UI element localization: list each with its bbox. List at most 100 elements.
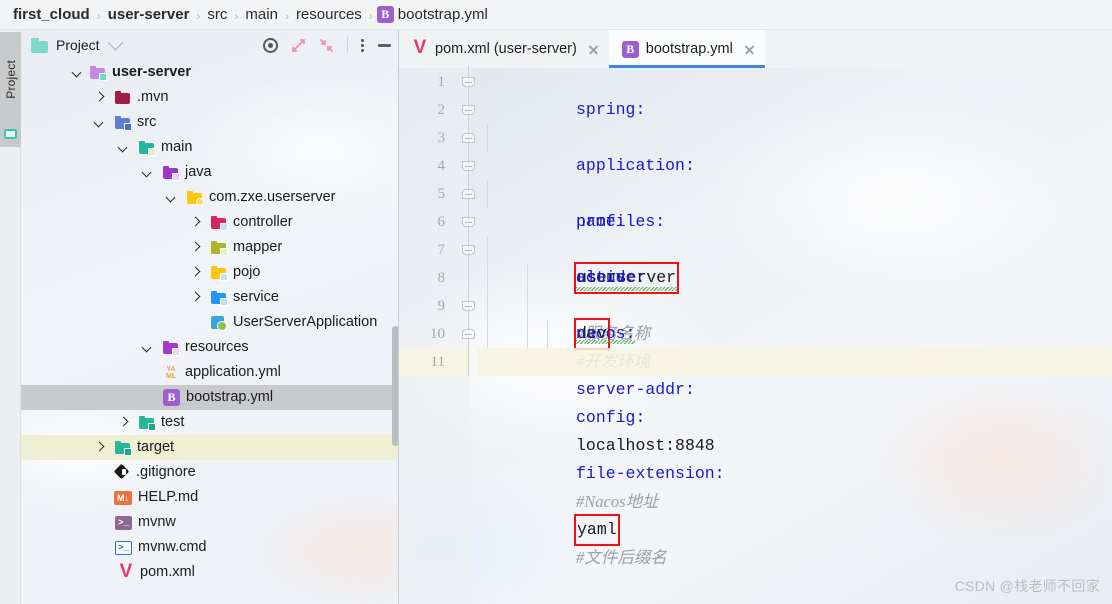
code-line-3[interactable]: name: userserver #服务名称	[477, 124, 1112, 343]
breadcrumb-item-3[interactable]: main	[242, 6, 281, 23]
code-line-1[interactable]: spring:	[477, 68, 1112, 119]
code-line-7[interactable]: nacos:	[477, 236, 1112, 344]
tool-tab-project[interactable]: Project	[0, 32, 21, 147]
code-surface[interactable]: 1 2 3 4 5 6 7 8 9 10 11 spring: applicat…	[399, 66, 1112, 604]
close-icon[interactable]	[587, 43, 600, 56]
tool-tab-project-label: Project	[3, 60, 18, 99]
monitor-icon	[4, 129, 17, 139]
gutter-row: 4	[399, 150, 475, 180]
tree-node-controller[interactable]: controller	[21, 210, 398, 235]
tree-node-mapper[interactable]: mapper	[21, 235, 398, 260]
fold-marker-down-icon[interactable]	[461, 150, 476, 180]
folder-olive-icon	[211, 240, 228, 256]
line-number: 6	[437, 214, 446, 230]
tree-node-bootstrap-yml[interactable]: B bootstrap.yml	[21, 385, 398, 410]
twisty-right-icon[interactable]	[189, 266, 202, 279]
tree-node-gitignore[interactable]: .gitignore	[21, 460, 398, 485]
project-tree[interactable]: user-server .mvn src main java com.zxe.u…	[21, 60, 398, 604]
breadcrumb-separator: ›	[196, 8, 201, 23]
code-line-8[interactable]: server-addr: localhost:8848 #Nacos地址	[477, 264, 1112, 511]
folder-blue-icon	[211, 290, 228, 306]
fold-marker-down-icon[interactable]	[461, 206, 476, 236]
code-line-4[interactable]: profiles:	[477, 152, 1112, 231]
twisty-right-icon[interactable]	[189, 291, 202, 304]
tree-node-label: service	[233, 289, 279, 305]
twisty-right-icon[interactable]	[189, 241, 202, 254]
close-icon[interactable]	[743, 43, 756, 56]
tree-node-src[interactable]: src	[21, 110, 398, 135]
target-icon[interactable]	[263, 37, 278, 53]
twisty-right-icon[interactable]	[93, 91, 106, 104]
twisty-down-icon[interactable]	[141, 166, 154, 179]
project-title-group[interactable]: Project	[31, 37, 100, 53]
tree-node-userserverapplication[interactable]: UserServerApplication	[21, 310, 398, 335]
tree-node-label: pojo	[233, 264, 261, 280]
breadcrumb-item-0[interactable]: first_cloud	[10, 6, 93, 23]
code-line-2[interactable]: application:	[477, 96, 1112, 175]
tree-node-label: bootstrap.yml	[186, 389, 274, 405]
tree-node-label: src	[137, 114, 157, 130]
twisty-right-icon[interactable]	[93, 441, 106, 454]
chevron-down-icon[interactable]	[107, 34, 123, 50]
twisty-down-icon[interactable]	[117, 141, 130, 154]
yaml-value: yaml	[577, 520, 617, 539]
code-text[interactable]: spring: application: name: userserver #服…	[477, 68, 1112, 604]
gutter-row: 8	[399, 262, 471, 292]
twisty-down-icon[interactable]	[93, 116, 106, 129]
fold-marker-down-icon[interactable]	[461, 94, 476, 124]
fold-marker-up-icon[interactable]	[461, 122, 476, 152]
breadcrumb-item-5[interactable]: B bootstrap.yml	[376, 6, 488, 23]
code-line-11[interactable]	[477, 348, 1112, 376]
yaml-key: config:	[576, 408, 646, 427]
editor-gutter[interactable]: 1 2 3 4 5 6 7 8 9 10 11	[399, 66, 475, 604]
line-number: 2	[437, 102, 446, 118]
twisty-right-icon[interactable]	[117, 416, 130, 429]
tree-node-pom-xml[interactable]: V pom.xml	[21, 560, 398, 585]
tree-node-mvnw[interactable]: >_ mvnw	[21, 510, 398, 535]
editor-tab-bootstrap-yml[interactable]: B bootstrap.yml	[608, 30, 765, 68]
collapse-all-icon[interactable]	[319, 38, 334, 53]
tree-node-mvn[interactable]: .mvn	[21, 85, 398, 110]
code-line-5[interactable]: active: dev #开发环境	[477, 180, 1112, 371]
twisty-down-icon[interactable]	[71, 66, 84, 79]
breadcrumb-item-2[interactable]: src	[204, 6, 230, 23]
tree-node-resources[interactable]: resources	[21, 335, 398, 360]
breadcrumb-item-1[interactable]: user-server	[105, 6, 193, 23]
tree-node-pojo[interactable]: pojo	[21, 260, 398, 285]
tree-node-target[interactable]: target	[21, 435, 398, 460]
tree-node-label: .gitignore	[136, 464, 196, 480]
tree-node-label: java	[185, 164, 212, 180]
code-line-9[interactable]: config:	[477, 292, 1112, 427]
tree-node-service[interactable]: service	[21, 285, 398, 310]
more-vertical-icon[interactable]	[361, 38, 365, 53]
code-line-10[interactable]: file-extension: yaml #文件后缀名	[477, 320, 1112, 567]
gutter-row: 3	[399, 122, 475, 152]
tree-node-main[interactable]: main	[21, 135, 398, 160]
breadcrumb: first_cloud › user-server › src › main ›…	[0, 0, 1112, 30]
twisty-down-icon[interactable]	[141, 341, 154, 354]
yaml-key: file-extension:	[576, 464, 725, 483]
tree-node-java[interactable]: java	[21, 160, 398, 185]
code-line-6[interactable]: cloud:	[477, 208, 1112, 287]
tree-node-package[interactable]: com.zxe.userserver	[21, 185, 398, 210]
line-number: 5	[437, 186, 446, 202]
twisty-down-icon[interactable]	[165, 191, 178, 204]
minimize-icon[interactable]	[378, 43, 391, 47]
editor-tab-pom-xml[interactable]: V pom.xml (user-server)	[399, 30, 609, 68]
twisty-right-icon[interactable]	[189, 216, 202, 229]
tree-node-application-yml[interactable]: YA ML application.yml	[21, 360, 398, 385]
tree-node-user-server[interactable]: user-server	[21, 60, 398, 85]
breadcrumb-item-4[interactable]: resources	[293, 6, 365, 23]
tree-node-help-md[interactable]: M↓ HELP.md	[21, 485, 398, 510]
expand-all-icon[interactable]	[291, 38, 306, 53]
fold-marker-down-icon[interactable]	[461, 234, 476, 264]
tree-node-mvnw-cmd[interactable]: >_ mvnw.cmd	[21, 535, 398, 560]
tree-node-label: controller	[233, 214, 293, 230]
fold-marker-up-icon[interactable]	[461, 178, 476, 208]
fold-marker-down-icon[interactable]	[461, 66, 476, 96]
project-tree-scrollbar[interactable]	[392, 326, 398, 446]
fold-marker-up-icon[interactable]	[461, 318, 476, 348]
tree-node-test[interactable]: test	[21, 410, 398, 435]
project-panel: Project user-server .mvn src main java c…	[21, 30, 399, 604]
fold-marker-down-icon[interactable]	[461, 290, 476, 320]
